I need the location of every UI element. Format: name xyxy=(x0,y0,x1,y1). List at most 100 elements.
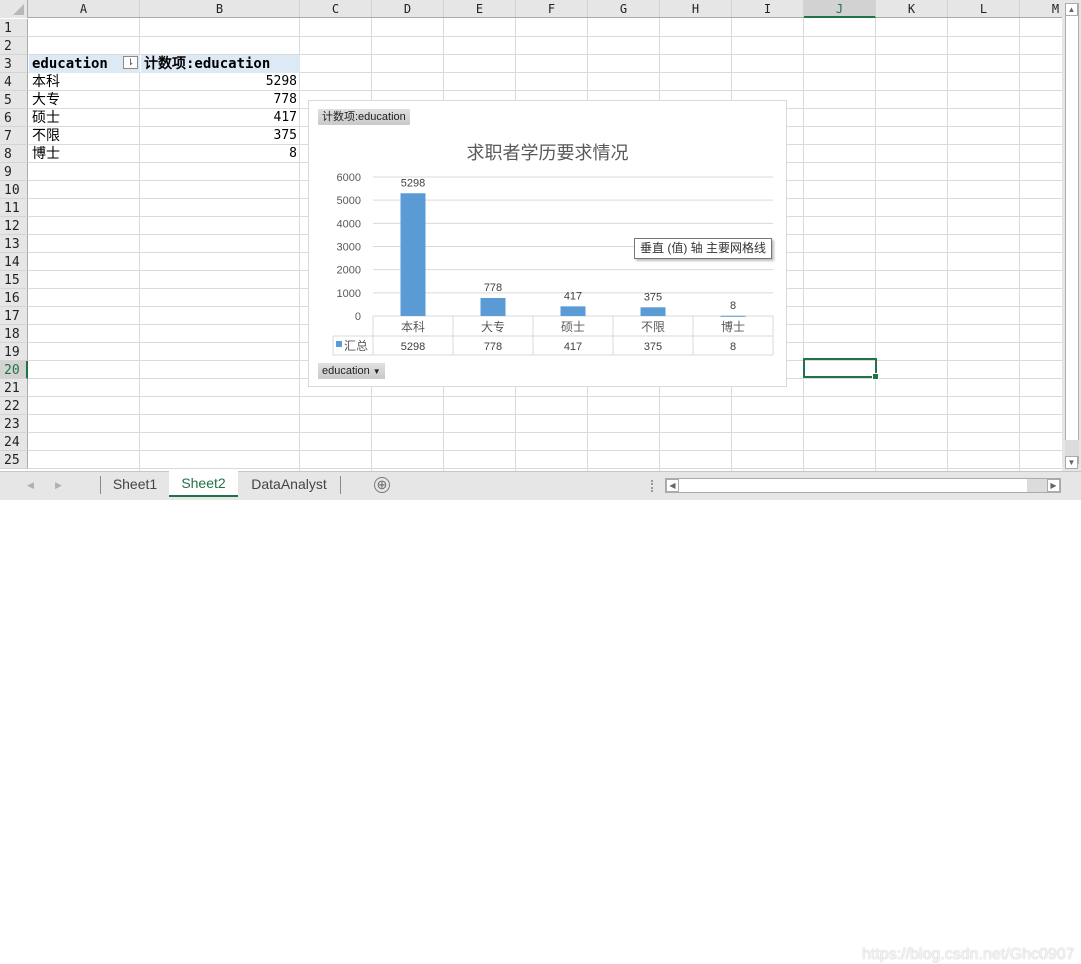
row-header-1[interactable]: 1 xyxy=(0,19,28,37)
arrow-up-icon: ▲ xyxy=(1067,5,1076,14)
column-header-b[interactable]: B xyxy=(140,0,300,17)
scroll-up-button[interactable]: ▲ xyxy=(1065,3,1078,16)
spreadsheet-grid[interactable]: ABCDEFGHIJKLM 1 2 3 4 5 6 7 8 9 10 11 12 13 14 15 16 17 1… xyxy=(0,0,1062,471)
column-header-a[interactable]: A xyxy=(28,0,140,17)
row-header-20[interactable]: 20 xyxy=(0,361,28,379)
pivot-filter-button[interactable]: ⇂ xyxy=(123,56,138,69)
data-table-value: 5298 xyxy=(401,341,425,353)
row-header-11[interactable]: 11 xyxy=(0,199,28,217)
tab-splitter-handle[interactable] xyxy=(651,480,655,492)
column-header-k[interactable]: K xyxy=(876,0,948,17)
row-header-15[interactable]: 15 xyxy=(0,271,28,289)
pivot-chart[interactable]: 计数项:education 求职者学历要求情况 0 1000 2000 3000 400… xyxy=(308,100,787,387)
grid-column-line xyxy=(1019,18,1020,471)
column-header-f[interactable]: F xyxy=(516,0,588,17)
watermark: https://blog.csdn.net/Ghc0907 xyxy=(862,946,1075,963)
legend-key-icon xyxy=(336,341,342,347)
row-header-9[interactable]: 9 xyxy=(0,163,28,181)
select-all-corner[interactable] xyxy=(0,0,28,18)
grid-row-line xyxy=(28,432,1062,433)
data-label: 8 xyxy=(730,300,736,312)
row-header-12[interactable]: 12 xyxy=(0,217,28,235)
row-header-10[interactable]: 10 xyxy=(0,181,28,199)
row-header-14[interactable]: 14 xyxy=(0,253,28,271)
sheet-tab-bar: ◀ ▶ Sheet1 Sheet2 DataAnalyst ⊕ ◀ ▶ http… xyxy=(0,471,1081,963)
row-header-5[interactable]: 5 xyxy=(0,91,28,109)
scroll-left-button[interactable]: ◀ xyxy=(666,479,679,492)
column-header-g[interactable]: G xyxy=(588,0,660,17)
row-header-23[interactable]: 23 xyxy=(0,415,28,433)
vertical-scroll-thumb[interactable] xyxy=(1065,3,1079,464)
axis-field-button[interactable]: education ▼ xyxy=(318,363,385,379)
row-header-13[interactable]: 13 xyxy=(0,235,28,253)
pivot-row-value[interactable]: 778 xyxy=(141,91,300,109)
column-header-d[interactable]: D xyxy=(372,0,444,17)
row-header-25[interactable]: 25 xyxy=(0,451,28,469)
row-header-8[interactable]: 8 xyxy=(0,145,28,163)
vertical-scroll-track[interactable] xyxy=(1065,440,1079,456)
row-header-4[interactable]: 4 xyxy=(0,73,28,91)
bar-大专 xyxy=(480,297,506,316)
column-header-c[interactable]: C xyxy=(300,0,372,17)
pivot-row-label[interactable]: 硕士 xyxy=(29,109,140,127)
x-tick-label: 硕士 xyxy=(561,320,585,334)
row-header-2[interactable]: 2 xyxy=(0,37,28,55)
row-header-6[interactable]: 6 xyxy=(0,109,28,127)
x-tick-label: 本科 xyxy=(401,320,425,334)
row-header-3[interactable]: 3 xyxy=(0,55,28,73)
pivot-row-value[interactable]: 375 xyxy=(141,127,300,145)
bar-本科 xyxy=(400,193,426,316)
scroll-down-button[interactable]: ▼ xyxy=(1065,456,1078,469)
data-table-value: 417 xyxy=(564,341,582,353)
column-header-l[interactable]: L xyxy=(948,0,1020,17)
row-header-24[interactable]: 24 xyxy=(0,433,28,451)
scroll-right-button[interactable]: ▶ xyxy=(1047,479,1060,492)
pivot-row-label[interactable]: 不限 xyxy=(29,127,140,145)
prev-sheet-icon[interactable]: ◀ xyxy=(27,480,34,491)
row-header-19[interactable]: 19 xyxy=(0,343,28,361)
sort-filter-icon: ⇂ xyxy=(126,57,135,67)
add-sheet-button[interactable]: ⊕ xyxy=(374,477,390,493)
bar-不限 xyxy=(640,307,666,316)
arrow-left-icon: ◀ xyxy=(669,481,676,490)
data-label: 778 xyxy=(484,282,502,294)
column-header-e[interactable]: E xyxy=(444,0,516,17)
row-header-16[interactable]: 16 xyxy=(0,289,28,307)
column-header-h[interactable]: H xyxy=(660,0,732,17)
next-sheet-icon[interactable]: ▶ xyxy=(55,480,62,491)
grid-column-line xyxy=(947,18,948,471)
plus-icon: ⊕ xyxy=(376,477,388,492)
data-label: 417 xyxy=(564,290,582,302)
pivot-row-label[interactable]: 大专 xyxy=(29,91,140,109)
pivot-value-header[interactable]: 计数项:education xyxy=(141,55,300,73)
column-header-i[interactable]: I xyxy=(732,0,804,17)
row-header-22[interactable]: 22 xyxy=(0,397,28,415)
gridline-tooltip: 垂直 (值) 轴 主要网格线 xyxy=(634,238,772,259)
y-tick-label: 0 xyxy=(355,311,361,323)
row-header-7[interactable]: 7 xyxy=(0,127,28,145)
selected-cell-J20[interactable] xyxy=(803,358,879,380)
pivot-row-value[interactable]: 8 xyxy=(141,145,300,163)
row-header-17[interactable]: 17 xyxy=(0,307,28,325)
vertical-scrollbar[interactable]: ▲ ▼ xyxy=(1062,0,1081,471)
tab-dataanalyst[interactable]: DataAnalyst xyxy=(238,472,340,496)
y-tick-label: 4000 xyxy=(337,218,361,230)
pivot-row-value[interactable]: 417 xyxy=(141,109,300,127)
row-header-21[interactable]: 21 xyxy=(0,379,28,397)
horizontal-scrollbar[interactable]: ◀ ▶ xyxy=(665,478,1061,493)
fill-handle[interactable] xyxy=(872,373,879,380)
tab-divider xyxy=(340,476,341,494)
tab-sheet2[interactable]: Sheet2 xyxy=(169,471,238,497)
pivot-row-label[interactable]: 本科 xyxy=(29,73,140,91)
pivot-row-value[interactable]: 5298 xyxy=(141,73,300,91)
y-tick-label: 5000 xyxy=(337,195,361,207)
grid-row-line xyxy=(28,468,1062,469)
axis-field-label: education xyxy=(322,365,370,377)
column-header-j[interactable]: J xyxy=(804,0,876,18)
tab-sheet1[interactable]: Sheet1 xyxy=(101,472,169,496)
bar-硕士 xyxy=(560,306,586,316)
pivot-row-label[interactable]: 博士 xyxy=(29,145,140,163)
row-header-18[interactable]: 18 xyxy=(0,325,28,343)
legend-label: 汇总 xyxy=(344,339,368,353)
column-header-m[interactable]: M xyxy=(1020,0,1062,17)
